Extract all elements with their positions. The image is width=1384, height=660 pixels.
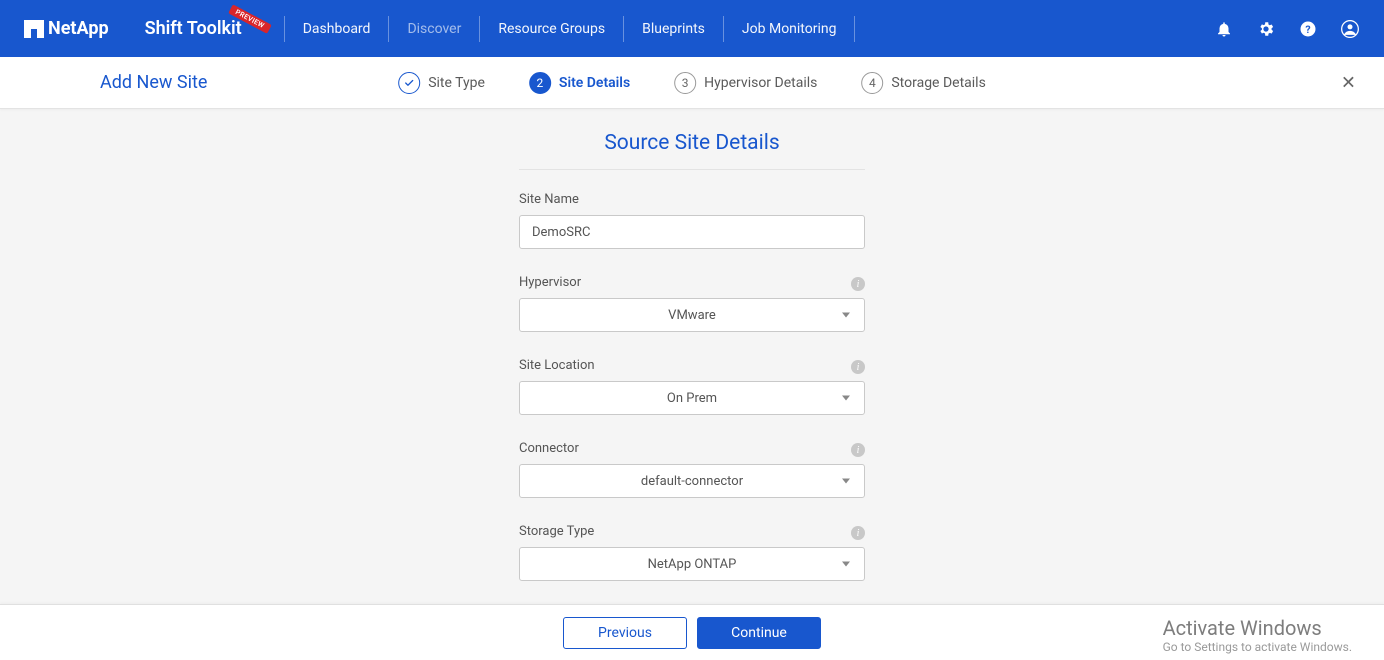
hypervisor-value: VMware xyxy=(668,308,716,323)
top-nav: NetApp Shift Toolkit PREVIEW Dashboard D… xyxy=(0,0,1384,57)
check-icon xyxy=(398,72,420,94)
step-hypervisor-details[interactable]: 3 Hypervisor Details xyxy=(674,72,817,94)
footer-actions: Previous Continue Activate Windows Go to… xyxy=(0,604,1384,660)
nav-separator xyxy=(388,16,389,42)
nav-dashboard[interactable]: Dashboard xyxy=(303,21,371,37)
previous-button[interactable]: Previous xyxy=(563,617,687,649)
field-site-location: Site Location i On Prem xyxy=(519,358,865,415)
nav-separator xyxy=(723,16,724,42)
user-icon[interactable] xyxy=(1340,19,1360,39)
storage-type-label: Storage Type xyxy=(519,524,865,539)
chevron-down-icon xyxy=(842,313,850,318)
site-location-label: Site Location xyxy=(519,358,865,373)
storage-type-value: NetApp ONTAP xyxy=(648,557,737,572)
page-title: Add New Site xyxy=(100,72,207,93)
storage-type-select[interactable]: NetApp ONTAP xyxy=(519,547,865,581)
help-icon[interactable]: ? xyxy=(1298,19,1318,39)
info-icon[interactable]: i xyxy=(851,443,865,457)
chevron-down-icon xyxy=(842,396,850,401)
field-site-name: Site Name xyxy=(519,192,865,249)
nav-job-monitoring[interactable]: Job Monitoring xyxy=(742,21,837,37)
info-icon[interactable]: i xyxy=(851,277,865,291)
continue-button[interactable]: Continue xyxy=(697,617,821,649)
nav-separator xyxy=(854,16,855,42)
nav-resource-groups[interactable]: Resource Groups xyxy=(498,21,605,37)
windows-watermark: Activate Windows Go to Settings to activ… xyxy=(1163,616,1352,654)
app-title-text: Shift Toolkit xyxy=(145,18,242,39)
step-label: Site Details xyxy=(559,75,630,91)
nav-separator xyxy=(284,16,285,42)
connector-value: default-connector xyxy=(641,474,743,489)
step-storage-details[interactable]: 4 Storage Details xyxy=(861,72,985,94)
app-title: Shift Toolkit PREVIEW xyxy=(145,18,266,39)
nav-discover[interactable]: Discover xyxy=(407,21,461,37)
field-connector: Connector i default-connector xyxy=(519,441,865,498)
step-number: 3 xyxy=(674,72,696,94)
info-icon[interactable]: i xyxy=(851,360,865,374)
site-location-select[interactable]: On Prem xyxy=(519,381,865,415)
bell-icon[interactable] xyxy=(1214,19,1234,39)
gear-icon[interactable] xyxy=(1256,19,1276,39)
chevron-down-icon xyxy=(842,562,850,567)
step-label: Site Type xyxy=(428,75,485,91)
nav-separator xyxy=(479,16,480,42)
info-icon[interactable]: i xyxy=(851,526,865,540)
brand-logo[interactable]: NetApp xyxy=(24,18,109,39)
hypervisor-select[interactable]: VMware xyxy=(519,298,865,332)
step-label: Hypervisor Details xyxy=(704,75,817,91)
watermark-title: Activate Windows xyxy=(1163,616,1352,640)
site-location-value: On Prem xyxy=(667,391,717,406)
section-title: Source Site Details xyxy=(519,131,865,170)
close-icon[interactable]: ✕ xyxy=(1341,72,1356,93)
field-storage-type: Storage Type i NetApp ONTAP xyxy=(519,524,865,581)
hypervisor-label: Hypervisor xyxy=(519,275,865,290)
watermark-sub: Go to Settings to activate Windows. xyxy=(1163,640,1352,654)
step-number: 4 xyxy=(861,72,883,94)
field-hypervisor: Hypervisor i VMware xyxy=(519,275,865,332)
site-name-label: Site Name xyxy=(519,192,865,207)
wizard-header: Add New Site Site Type 2 Site Details 3 … xyxy=(0,57,1384,109)
nav-blueprints[interactable]: Blueprints xyxy=(642,21,705,37)
netapp-logo-icon xyxy=(24,20,44,38)
step-site-type[interactable]: Site Type xyxy=(398,72,485,94)
step-number: 2 xyxy=(529,72,551,94)
brand-text: NetApp xyxy=(48,18,109,39)
chevron-down-icon xyxy=(842,479,850,484)
form-inner: Source Site Details Site Name Hypervisor… xyxy=(519,131,865,604)
wizard-steps: Site Type 2 Site Details 3 Hypervisor De… xyxy=(398,72,986,94)
connector-label: Connector xyxy=(519,441,865,456)
site-name-input[interactable] xyxy=(519,215,865,249)
step-site-details[interactable]: 2 Site Details xyxy=(529,72,630,94)
nav-separator xyxy=(623,16,624,42)
svg-text:?: ? xyxy=(1305,22,1310,35)
step-label: Storage Details xyxy=(891,75,985,91)
connector-select[interactable]: default-connector xyxy=(519,464,865,498)
form-area: Source Site Details Site Name Hypervisor… xyxy=(0,109,1384,604)
